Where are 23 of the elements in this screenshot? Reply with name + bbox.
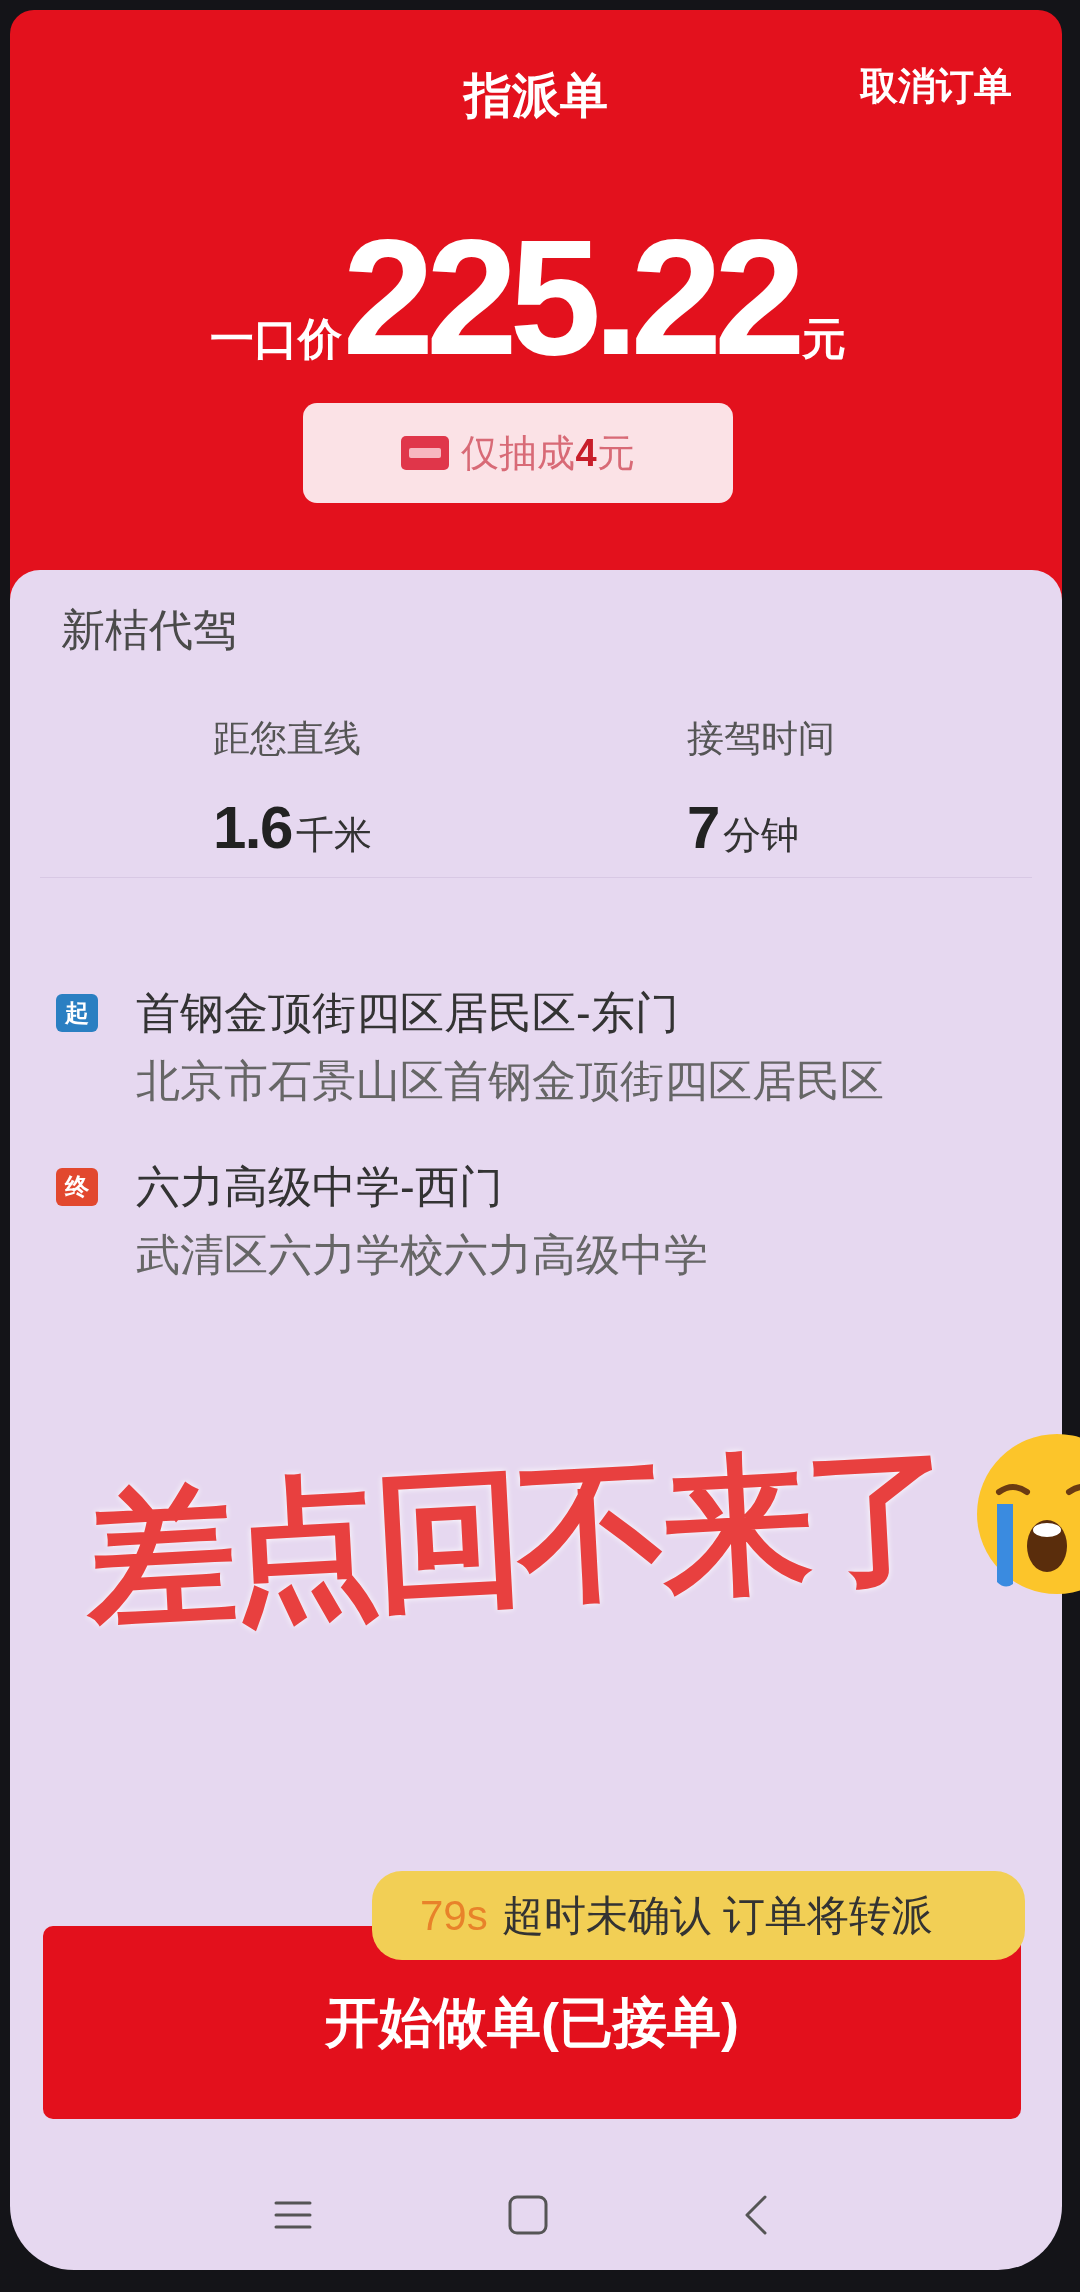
cancel-order-button[interactable]: 取消订单	[860, 67, 1012, 105]
page-title: 指派单	[464, 72, 608, 120]
stat-label: 接驾时间	[687, 717, 835, 761]
stop-marker: 起	[56, 994, 98, 1032]
stat-label: 距您直线	[213, 717, 361, 761]
back-icon[interactable]	[744, 2194, 768, 2235]
stop-name: 首钢金顶街四区居民区-东门	[136, 987, 679, 1039]
service-name: 新桔代驾	[61, 604, 237, 656]
crying-face-emoji-icon	[977, 1434, 1080, 1594]
home-square-icon[interactable]	[508, 2194, 548, 2235]
commission-text: 仅抽成4元	[461, 430, 635, 476]
stop-address: 北京市石景山区首钢金顶街四区居民区	[136, 1055, 884, 1107]
stop-name: 六力高级中学-西门	[136, 1161, 503, 1213]
stop-marker: 终	[56, 1168, 98, 1206]
stop-address: 武清区六力学校六力高级中学	[136, 1229, 708, 1281]
menu-icon[interactable]	[274, 2199, 312, 2230]
video-caption: 差点回不来了	[82, 1439, 954, 1635]
stat-value: 7分钟	[687, 798, 799, 858]
price-label: 一口价	[210, 313, 343, 365]
price-amount: 225.22	[342, 215, 798, 380]
stat-value: 1.6千米	[213, 798, 372, 858]
ticket-icon	[401, 436, 450, 470]
price-unit: 元	[801, 313, 846, 365]
